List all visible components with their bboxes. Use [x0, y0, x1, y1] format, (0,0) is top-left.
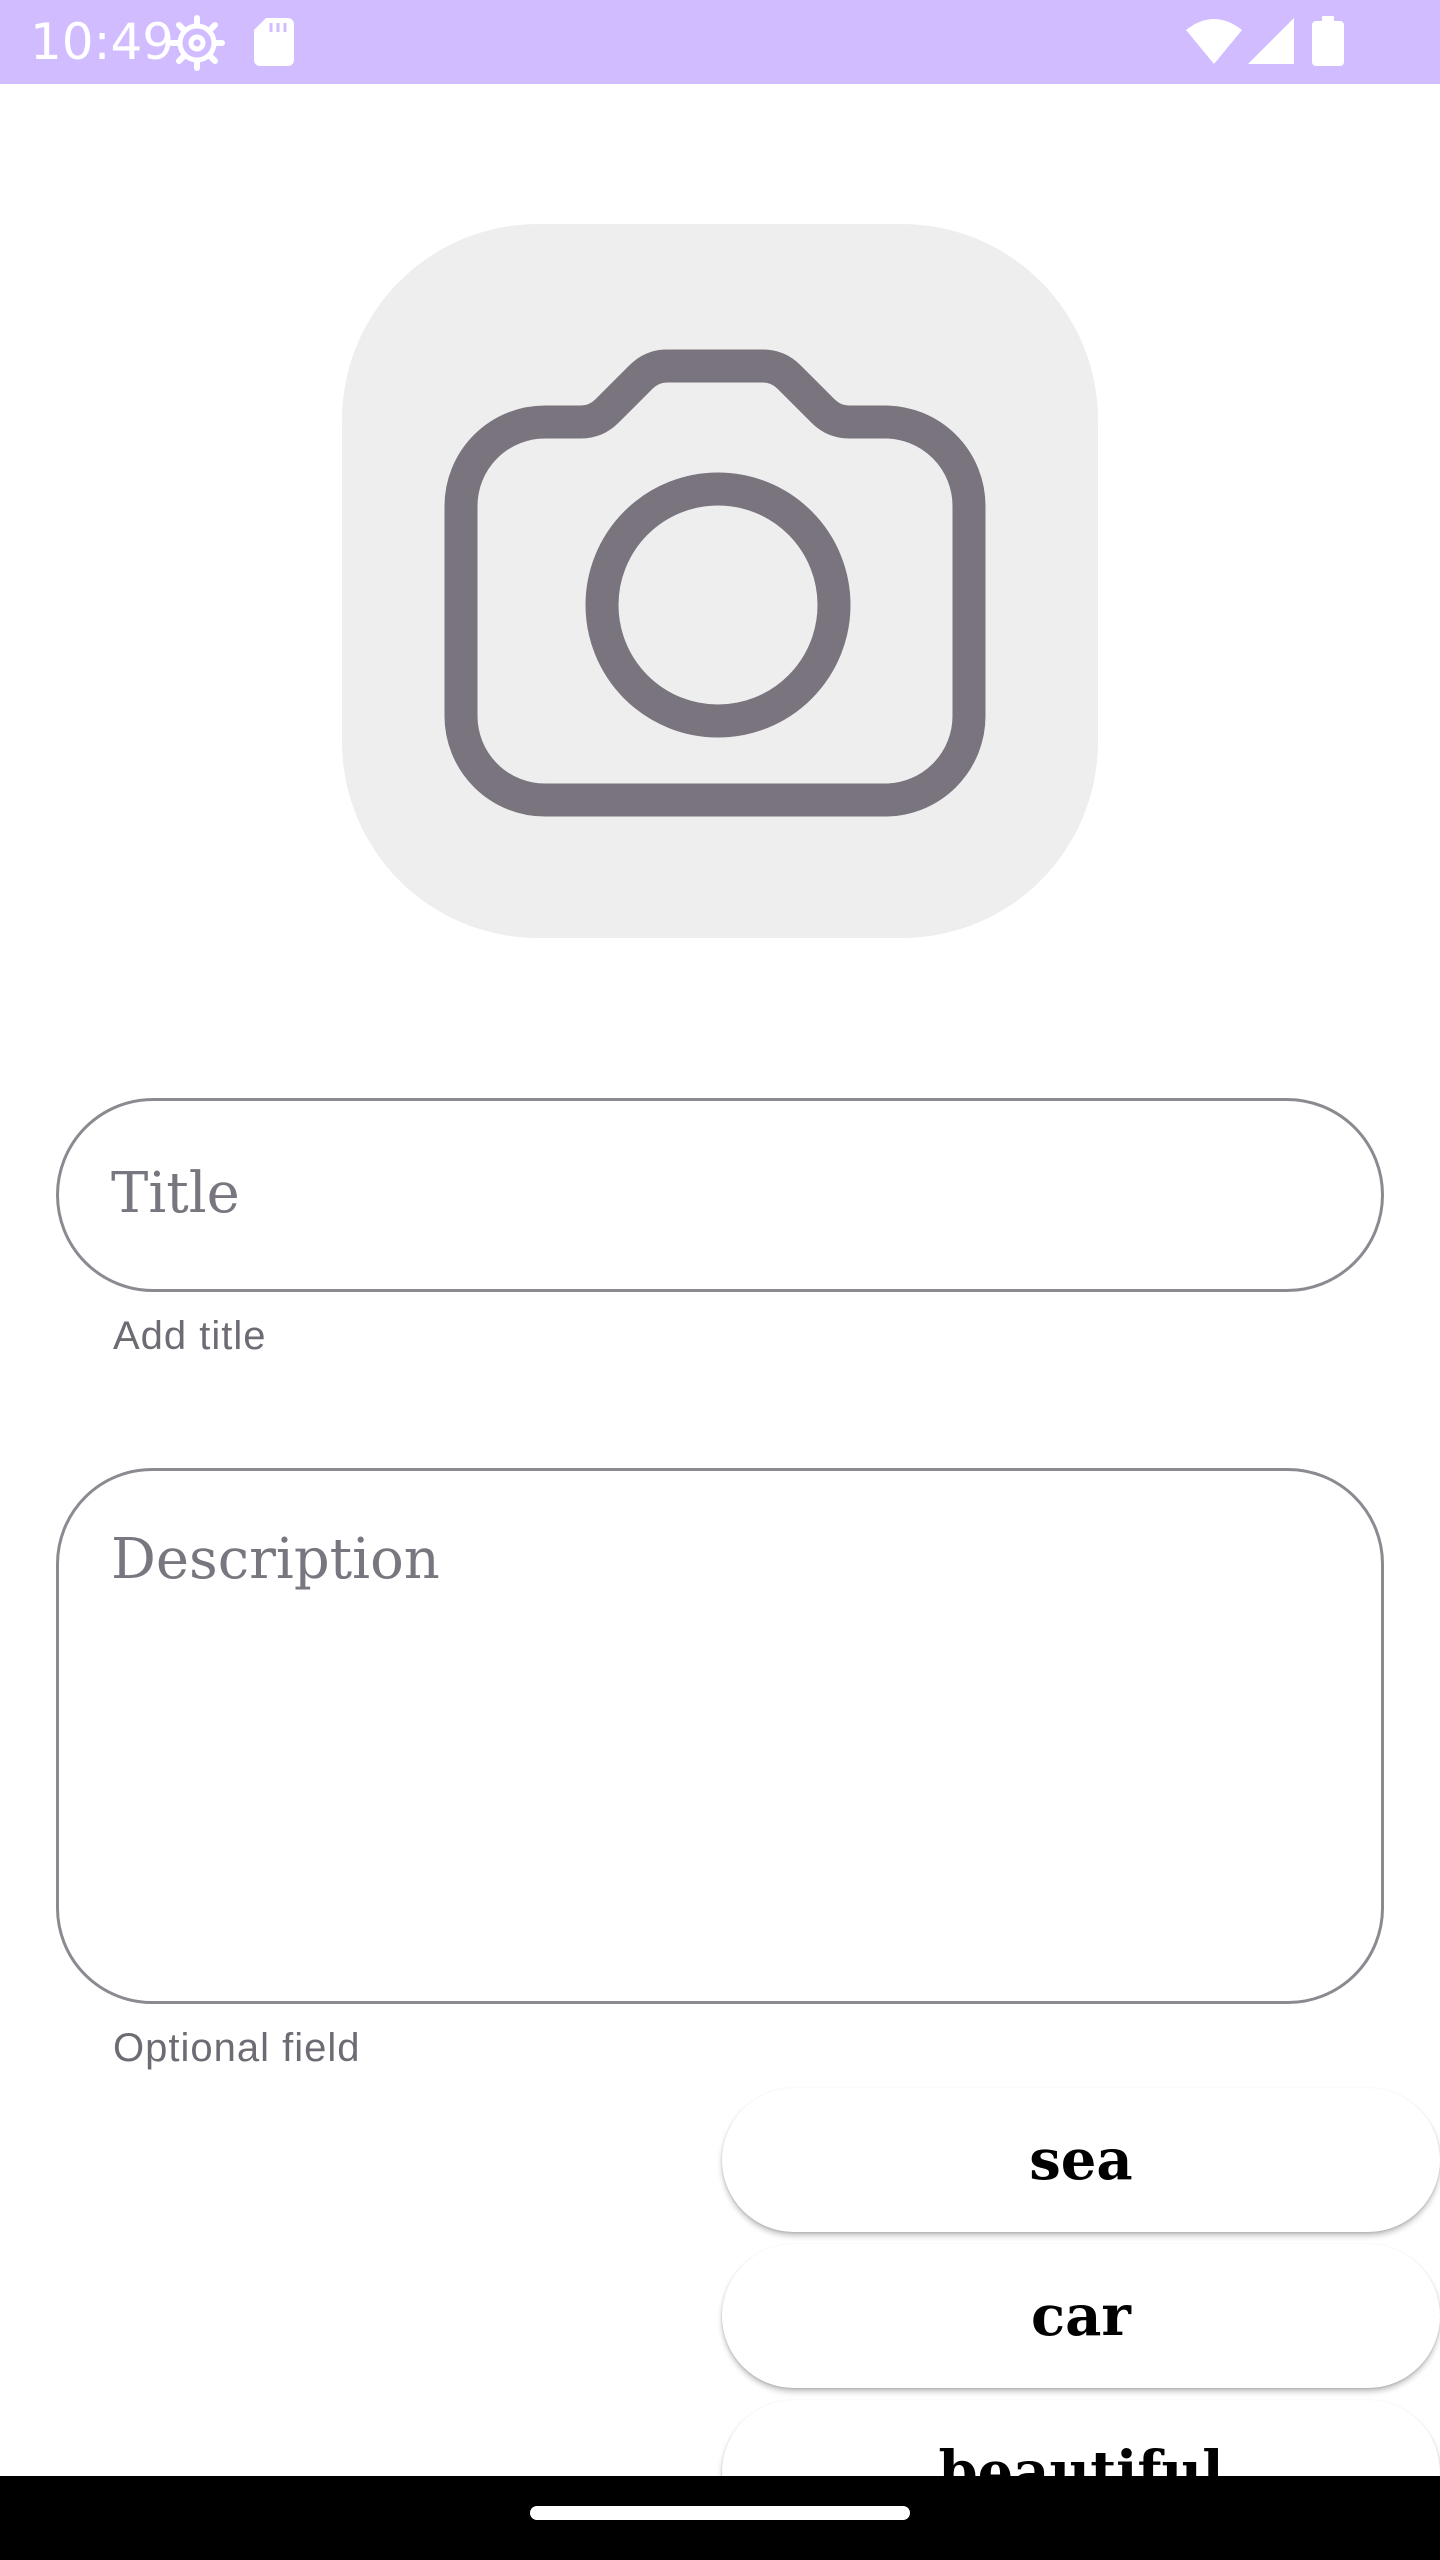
wifi-icon [1186, 19, 1242, 64]
description-input[interactable]: Description [56, 1468, 1384, 2004]
screen: 10:49 Title Add title Description Option… [0, 0, 1440, 2560]
status-bar: 10:49 [0, 0, 1440, 84]
navigation-bar [0, 2476, 1440, 2560]
settings-icon [169, 15, 225, 71]
title-helper-text: Add title [113, 1314, 267, 1358]
camera-icon [444, 349, 986, 817]
title-input[interactable]: Title [56, 1098, 1384, 1292]
tag-chip-car[interactable]: car [722, 2244, 1440, 2388]
sd-card-icon [254, 18, 294, 66]
cell-signal-icon [1248, 18, 1294, 64]
description-placeholder: Description [111, 1527, 440, 1592]
photo-picker-button[interactable] [342, 224, 1098, 938]
tag-chip-sea[interactable]: sea [722, 2088, 1440, 2232]
status-time: 10:49 [30, 13, 175, 71]
description-helper-text: Optional field [113, 2026, 361, 2070]
title-placeholder: Title [111, 1161, 240, 1226]
home-gesture-handle[interactable] [530, 2506, 910, 2520]
battery-icon [1312, 16, 1344, 66]
